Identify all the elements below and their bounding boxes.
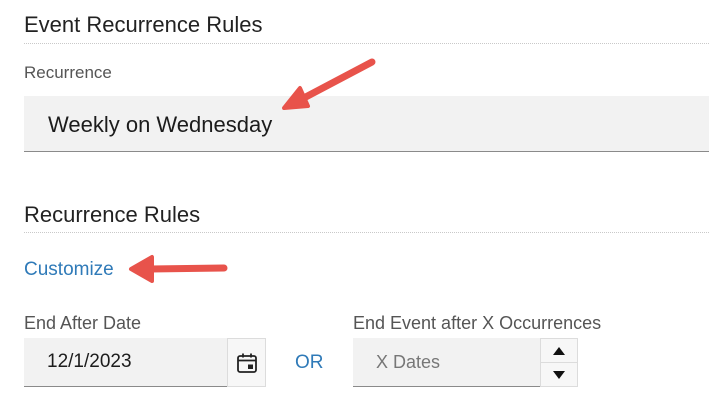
annotation-overlay [129, 58, 376, 283]
red-arrow-customize [129, 255, 228, 283]
red-arrow-recurrence [282, 58, 376, 110]
